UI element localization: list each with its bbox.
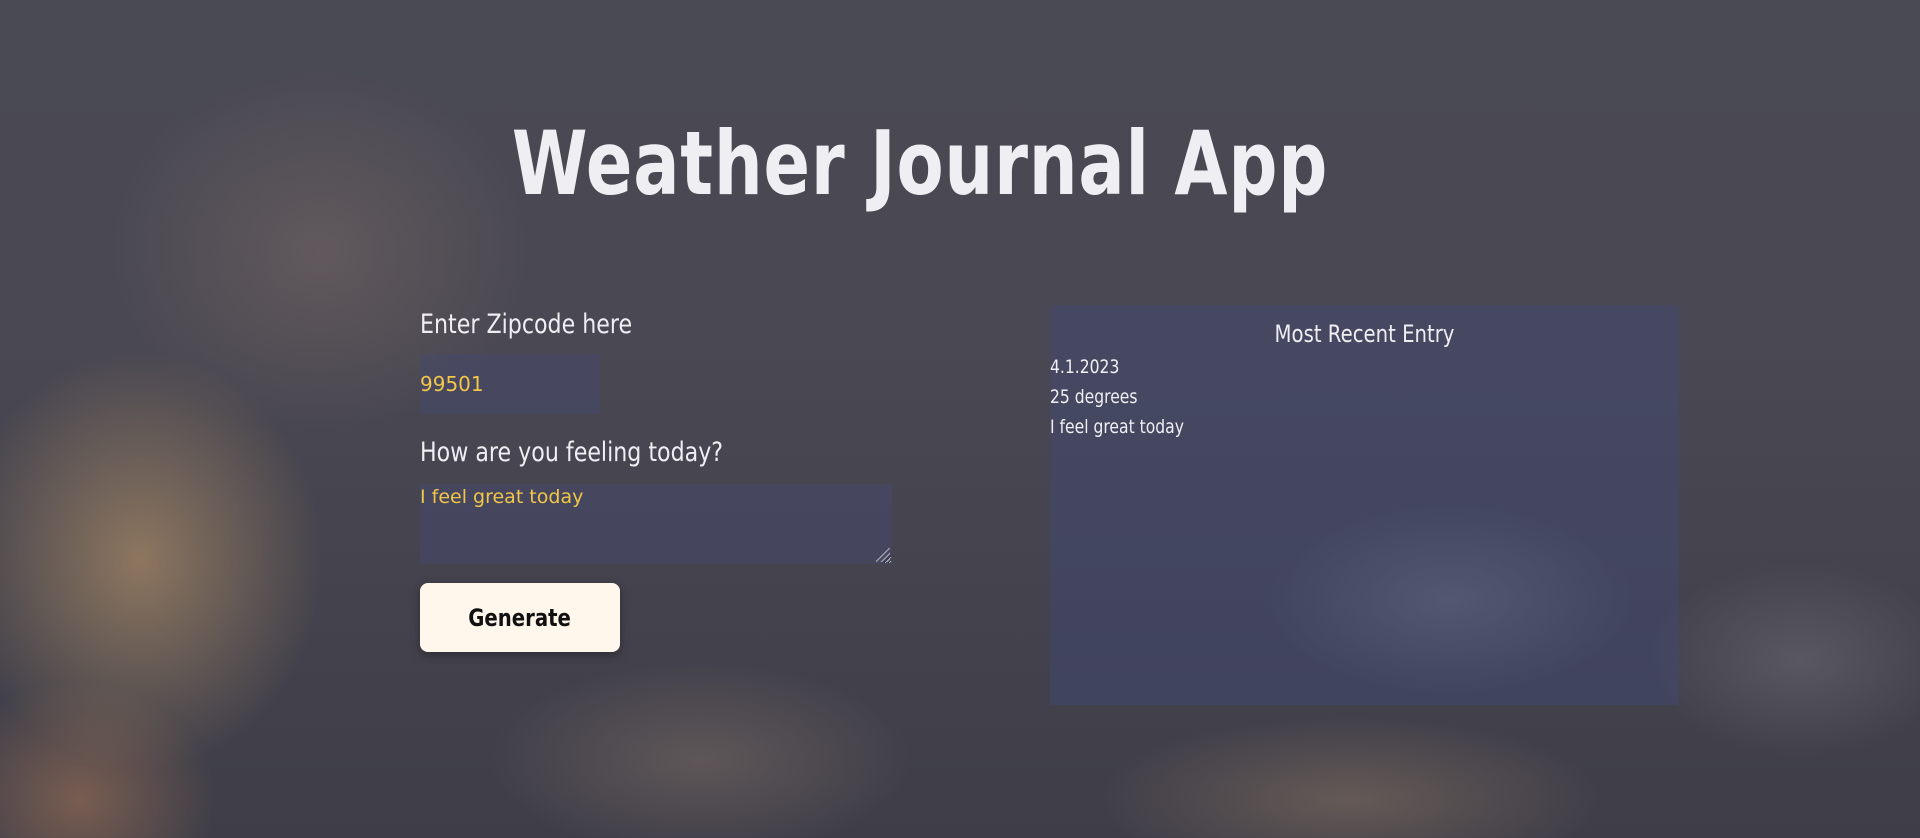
resize-grip-icon[interactable] xyxy=(876,548,890,562)
feelings-label: How are you feeling today? xyxy=(420,437,724,468)
entry-content: I feel great today xyxy=(1050,416,1184,438)
page-title: Weather Journal App xyxy=(511,112,1329,215)
zip-input[interactable] xyxy=(420,354,600,414)
entry-date: 4.1.2023 xyxy=(1050,356,1120,378)
entry-panel: Most Recent Entry 4.1.2023 25 degrees I … xyxy=(1050,305,1679,705)
entry-heading: Most Recent Entry xyxy=(1274,320,1455,348)
entry-temp: 25 degrees xyxy=(1050,386,1138,408)
generate-button[interactable]: Generate xyxy=(420,583,620,652)
zip-label: Enter Zipcode here xyxy=(420,309,633,340)
feelings-textarea[interactable]: I feel great today xyxy=(420,484,892,564)
generate-button-label: Generate xyxy=(468,603,572,632)
